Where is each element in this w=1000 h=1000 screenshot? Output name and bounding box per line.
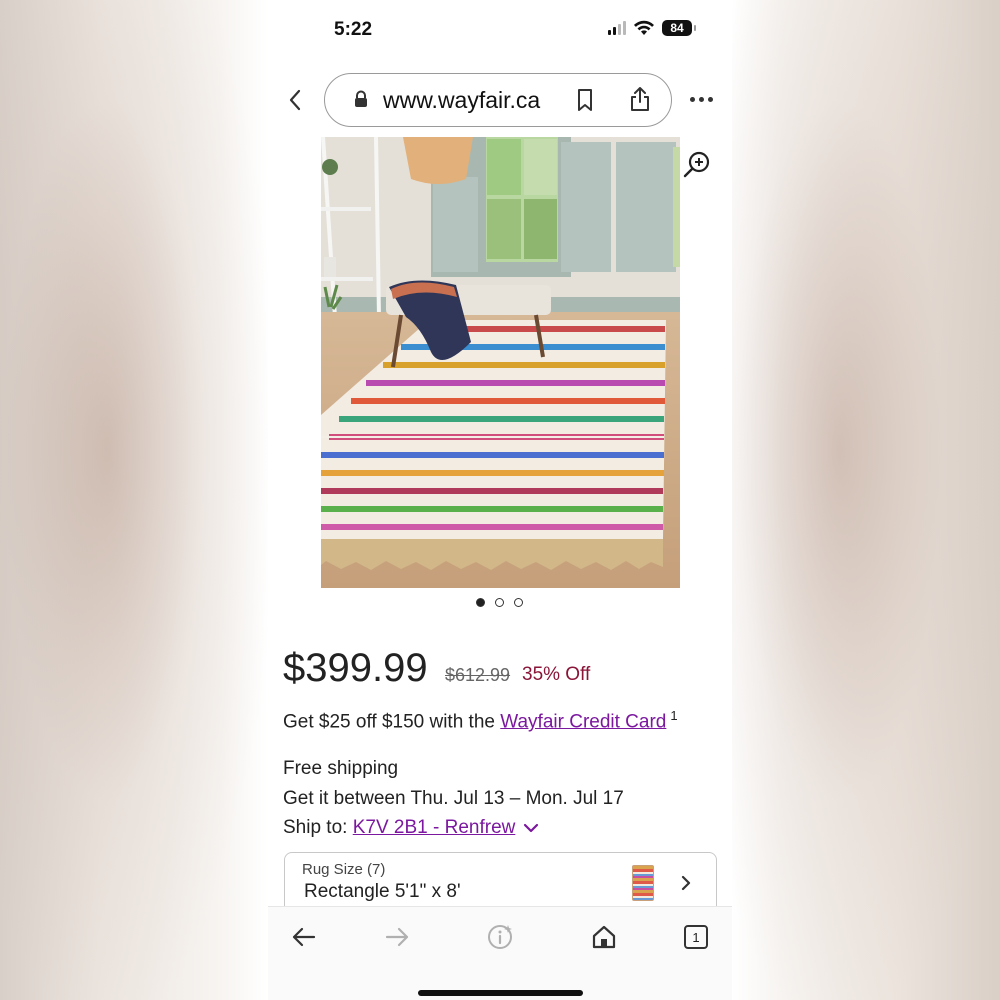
back-arrow-icon[interactable] [290,923,318,951]
more-options-icon[interactable] [690,97,713,102]
ship-to-location-link[interactable]: K7V 2B1 - Renfrew [353,817,516,839]
tabs-button[interactable]: 1 [684,925,708,949]
credit-card-link[interactable]: Wayfair Credit Card [500,711,666,732]
credit-footnote: 1 [670,708,678,723]
phone-screen: 5:22 84 www.wayfair.ca $399.99 $612.99 3… [268,0,732,1000]
wifi-icon [634,20,654,35]
background-blur-left [0,0,268,1000]
battery-indicator: 84 [662,20,696,36]
background-blur-right [732,0,1000,1000]
original-price: $612.99 [445,665,511,685]
status-icons: 84 [608,20,696,36]
gallery-pagination[interactable] [476,598,523,607]
pagination-dot-1[interactable] [476,598,485,607]
ship-to-row: Ship to: K7V 2B1 - Renfrew [283,817,539,839]
ship-to-label: Ship to: [283,817,348,838]
zoom-in-icon[interactable] [682,150,712,180]
share-icon[interactable] [629,86,651,112]
chevron-right-icon[interactable] [680,875,692,891]
home-icon[interactable] [590,923,618,951]
rug-size-label: Rug Size (7) [302,861,386,878]
browser-toolbar: 1 [268,906,732,1000]
credit-offer: Get $25 off $150 with the Wayfair Credit… [283,708,678,733]
lock-icon [355,90,367,107]
status-time: 5:22 [334,19,373,40]
delivery-dates: Get it between Thu. Jul 13 – Mon. Jul 17 [283,788,624,809]
chevron-down-icon[interactable] [523,822,539,834]
page-info-icon[interactable] [486,923,514,951]
rug-size-value: Rectangle 5'1" x 8' [304,881,461,902]
forward-arrow-icon[interactable] [383,923,411,951]
product-image[interactable] [321,137,680,588]
home-indicator [418,990,583,996]
back-chevron-icon[interactable] [286,88,306,112]
free-shipping-text: Free shipping [283,758,399,779]
rug-size-thumbnail [632,865,654,901]
address-bar[interactable]: www.wayfair.ca [324,73,672,127]
signal-icon [608,21,626,35]
bookmark-icon[interactable] [575,88,595,112]
pagination-dot-2[interactable] [495,598,504,607]
sale-price: $399.99 [283,646,428,690]
discount-label: 35% Off [522,664,591,685]
credit-offer-text: Get $25 off $150 with the [283,711,495,733]
url-text[interactable]: www.wayfair.ca [383,87,540,114]
pagination-dot-3[interactable] [514,598,523,607]
